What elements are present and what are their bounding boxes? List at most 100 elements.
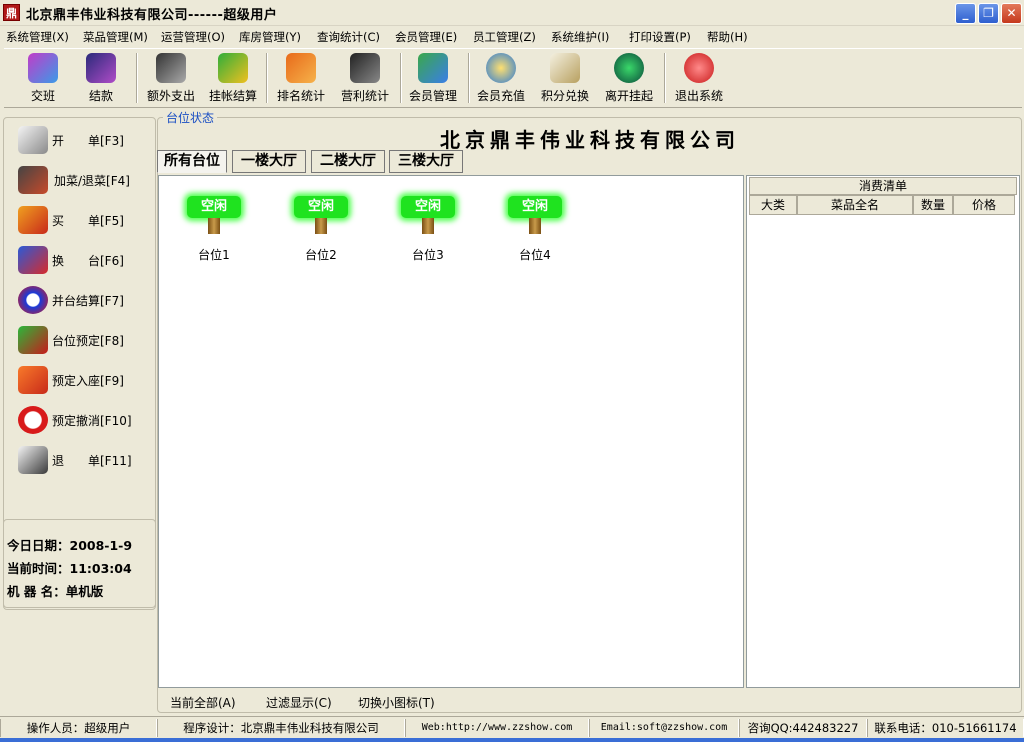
open-order-icon bbox=[18, 126, 48, 154]
recharge-icon bbox=[486, 53, 516, 83]
credit-settle-button[interactable]: 挂帐结算 bbox=[202, 51, 264, 107]
session-info-panel: 今日日期：2008-1-9 当前时间：11:03:04 机 器 名：单机版 bbox=[3, 519, 156, 608]
toolbar: 交班 结款 额外支出 挂帐结算 排名统计 营利统计 会员管理 会员充值 积分兑换… bbox=[4, 48, 1022, 108]
status-phone: 联系电话：010-51661174 bbox=[867, 719, 1024, 737]
menu-help[interactable]: 帮助(H) bbox=[707, 29, 748, 45]
menu-staff[interactable]: 员工管理(Z) bbox=[473, 29, 536, 45]
menu-operations[interactable]: 运营管理(O) bbox=[161, 29, 225, 45]
members-icon bbox=[418, 53, 448, 83]
tab-floor-3[interactable]: 三楼大厅 bbox=[389, 150, 463, 173]
switch-table-button[interactable]: 换 台[F6] bbox=[14, 244, 154, 276]
close-button[interactable]: ✕ bbox=[1001, 3, 1022, 24]
restore-button[interactable]: ❐ bbox=[978, 3, 999, 24]
exit-system-button[interactable]: 退出系统 bbox=[668, 51, 730, 107]
seat-icon bbox=[18, 366, 48, 394]
shift-change-button[interactable]: 交班 bbox=[12, 51, 74, 107]
status-designer: 程序设计：北京鼎丰伟业科技有限公司 bbox=[157, 719, 405, 737]
status-operator: 操作人员：超级用户 bbox=[0, 719, 157, 737]
table-stand-icon bbox=[315, 218, 327, 234]
table-item[interactable]: 空闲 台位3 bbox=[388, 188, 468, 268]
bill-column-dish-name[interactable]: 菜品全名 bbox=[797, 195, 913, 215]
toolbar-label: 离开挂起 bbox=[604, 89, 653, 103]
member-manage-button[interactable]: 会员管理 bbox=[402, 51, 464, 107]
sidebar-label: 预定入座[F9] bbox=[52, 374, 124, 388]
sidebar-label: 台位预定[F8] bbox=[52, 334, 124, 348]
table-name: 台位2 bbox=[305, 248, 337, 262]
table-item[interactable]: 空闲 台位4 bbox=[495, 188, 575, 268]
menu-dishes[interactable]: 菜品管理(M) bbox=[83, 29, 148, 45]
status-badge: 空闲 bbox=[508, 196, 562, 218]
menu-reports[interactable]: 查询统计(C) bbox=[317, 29, 380, 45]
toolbar-separator bbox=[266, 53, 268, 103]
table-item[interactable]: 空闲 台位2 bbox=[281, 188, 361, 268]
open-order-button[interactable]: 开 单[F3] bbox=[14, 124, 154, 156]
bill-panel: 消费清单 大类 菜品全名 数量 价格 bbox=[746, 175, 1020, 688]
card-icon bbox=[218, 53, 248, 83]
menu-maintenance[interactable]: 系统维护(I) bbox=[551, 29, 609, 45]
toolbar-separator bbox=[136, 53, 138, 103]
reserve-table-button[interactable]: 台位预定[F8] bbox=[14, 324, 154, 356]
member-recharge-button[interactable]: 会员充值 bbox=[470, 51, 532, 107]
menu-bar: 系统管理(X) 菜品管理(M) 运营管理(O) 库房管理(Y) 查询统计(C) … bbox=[0, 27, 1024, 47]
extra-expense-button[interactable]: 额外支出 bbox=[140, 51, 202, 107]
bill-column-price[interactable]: 价格 bbox=[953, 195, 1015, 215]
menu-system[interactable]: 系统管理(X) bbox=[6, 29, 69, 45]
table-name: 台位1 bbox=[198, 248, 230, 262]
menu-members[interactable]: 会员管理(E) bbox=[395, 29, 457, 45]
company-heading: 北京鼎丰伟业科技有限公司 bbox=[440, 128, 740, 152]
table-floor-area: 空闲 台位1 空闲 台位2 空闲 台位3 空闲 台位4 bbox=[158, 175, 744, 688]
sidebar-label: 换 台[F6] bbox=[52, 254, 124, 268]
person-icon bbox=[286, 53, 316, 83]
toolbar-label: 结款 bbox=[88, 89, 113, 103]
current-time: 当前时间：11:03:04 bbox=[7, 561, 132, 576]
toolbar-label: 交班 bbox=[30, 89, 55, 103]
sidebar-label: 买 单[F5] bbox=[52, 214, 124, 228]
cancel-reserve-button[interactable]: 预定撤消[F10] bbox=[14, 404, 154, 436]
suspend-button[interactable]: 离开挂起 bbox=[598, 51, 660, 107]
table-name: 台位3 bbox=[412, 248, 444, 262]
refund-order-button[interactable]: 退 单[F11] bbox=[14, 444, 154, 476]
toolbar-label: 退出系统 bbox=[674, 89, 723, 103]
tab-floor-2[interactable]: 二楼大厅 bbox=[311, 150, 385, 173]
device-icon bbox=[350, 53, 380, 83]
app-logo-icon: 鼎 bbox=[3, 4, 20, 21]
tab-all-tables[interactable]: 所有台位 bbox=[157, 150, 227, 173]
sidebar-label: 并台结算[F7] bbox=[52, 294, 124, 308]
sidebar-label: 开 单[F3] bbox=[52, 134, 124, 148]
tab-floor-1[interactable]: 一楼大厅 bbox=[232, 150, 306, 173]
toggle-small-icons-button[interactable]: 切换小图标(T) bbox=[358, 694, 435, 711]
menu-warehouse[interactable]: 库房管理(Y) bbox=[239, 29, 301, 45]
toolbar-separator bbox=[664, 53, 666, 103]
current-date: 今日日期：2008-1-9 bbox=[7, 538, 133, 553]
bill-title: 消费清单 bbox=[749, 177, 1017, 195]
status-badge: 空闲 bbox=[187, 196, 241, 218]
sidebar-label: 预定撤消[F10] bbox=[52, 414, 132, 428]
add-remove-dish-button[interactable]: 加菜/退菜[F4] bbox=[14, 164, 154, 196]
table-item[interactable]: 空闲 台位1 bbox=[174, 188, 254, 268]
settle-cash-button[interactable]: 结款 bbox=[70, 51, 132, 107]
filter-display-button[interactable]: 过滤显示(C) bbox=[266, 694, 332, 711]
machine-name: 机 器 名：单机版 bbox=[7, 584, 104, 599]
menu-print[interactable]: 打印设置(P) bbox=[629, 29, 691, 45]
profit-stats-button[interactable]: 营利统计 bbox=[334, 51, 396, 107]
checkout-icon bbox=[18, 206, 48, 234]
merge-table-button[interactable]: 并台结算[F7] bbox=[14, 284, 154, 316]
bill-column-category[interactable]: 大类 bbox=[749, 195, 797, 215]
power-icon bbox=[684, 53, 714, 83]
points-exchange-button[interactable]: 积分兑换 bbox=[534, 51, 596, 107]
reserve-seat-button[interactable]: 预定入座[F9] bbox=[14, 364, 154, 396]
bill-column-quantity[interactable]: 数量 bbox=[913, 195, 953, 215]
hourglass-icon bbox=[614, 53, 644, 83]
toolbar-label: 积分兑换 bbox=[540, 89, 589, 103]
checkout-button[interactable]: 买 单[F5] bbox=[14, 204, 154, 236]
ranking-stats-button[interactable]: 排名统计 bbox=[270, 51, 332, 107]
cash-icon bbox=[86, 53, 116, 83]
status-bar: 操作人员：超级用户 程序设计：北京鼎丰伟业科技有限公司 Web:http://w… bbox=[0, 716, 1024, 738]
show-all-button[interactable]: 当前全部(A) bbox=[170, 694, 236, 711]
toolbar-label: 会员充值 bbox=[476, 89, 525, 103]
minimize-button[interactable]: _ bbox=[955, 3, 976, 24]
cancel-reserve-icon bbox=[18, 406, 48, 434]
toolbar-label: 营利统计 bbox=[340, 89, 389, 103]
table-stand-icon bbox=[422, 218, 434, 234]
status-badge: 空闲 bbox=[401, 196, 455, 218]
